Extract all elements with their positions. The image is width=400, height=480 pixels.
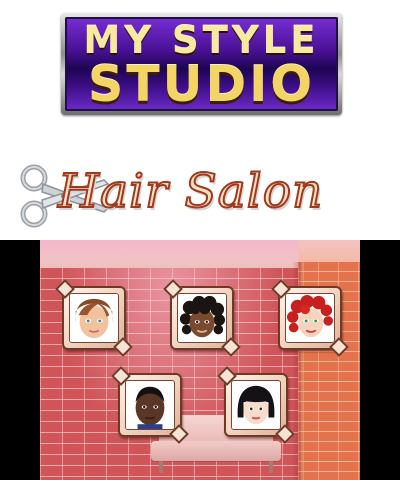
salon-scene — [0, 240, 400, 480]
hair-salon-title: Hair Salon — [57, 163, 324, 220]
face-short-black-hair-man-icon — [125, 380, 175, 430]
client-portrait-bob[interactable] — [224, 373, 288, 437]
client-portrait-curly[interactable] — [170, 286, 234, 350]
client-portrait-redhead[interactable] — [278, 286, 342, 350]
sofa-leg — [269, 461, 273, 473]
game-logo: MY STYLE STUDIO — [61, 13, 342, 115]
logo-line-my-style: MY STYLE — [83, 19, 320, 62]
sofa-seat — [151, 441, 281, 461]
salon-room — [40, 240, 360, 480]
logo-line-studio: STUDIO — [87, 56, 316, 111]
face-brown-hair-icon — [69, 293, 119, 343]
client-portrait-brunette[interactable] — [62, 286, 126, 350]
sofa-leg — [159, 461, 163, 473]
client-portrait-man[interactable] — [118, 373, 182, 437]
screen: MY STYLE STUDIO Hair Salon — [0, 0, 400, 480]
face-red-curly-hair-icon — [285, 293, 335, 343]
face-black-curly-hair-icon — [177, 293, 227, 343]
logo-panel: MY STYLE STUDIO — [65, 17, 338, 111]
face-black-bob-hair-icon — [231, 380, 281, 430]
